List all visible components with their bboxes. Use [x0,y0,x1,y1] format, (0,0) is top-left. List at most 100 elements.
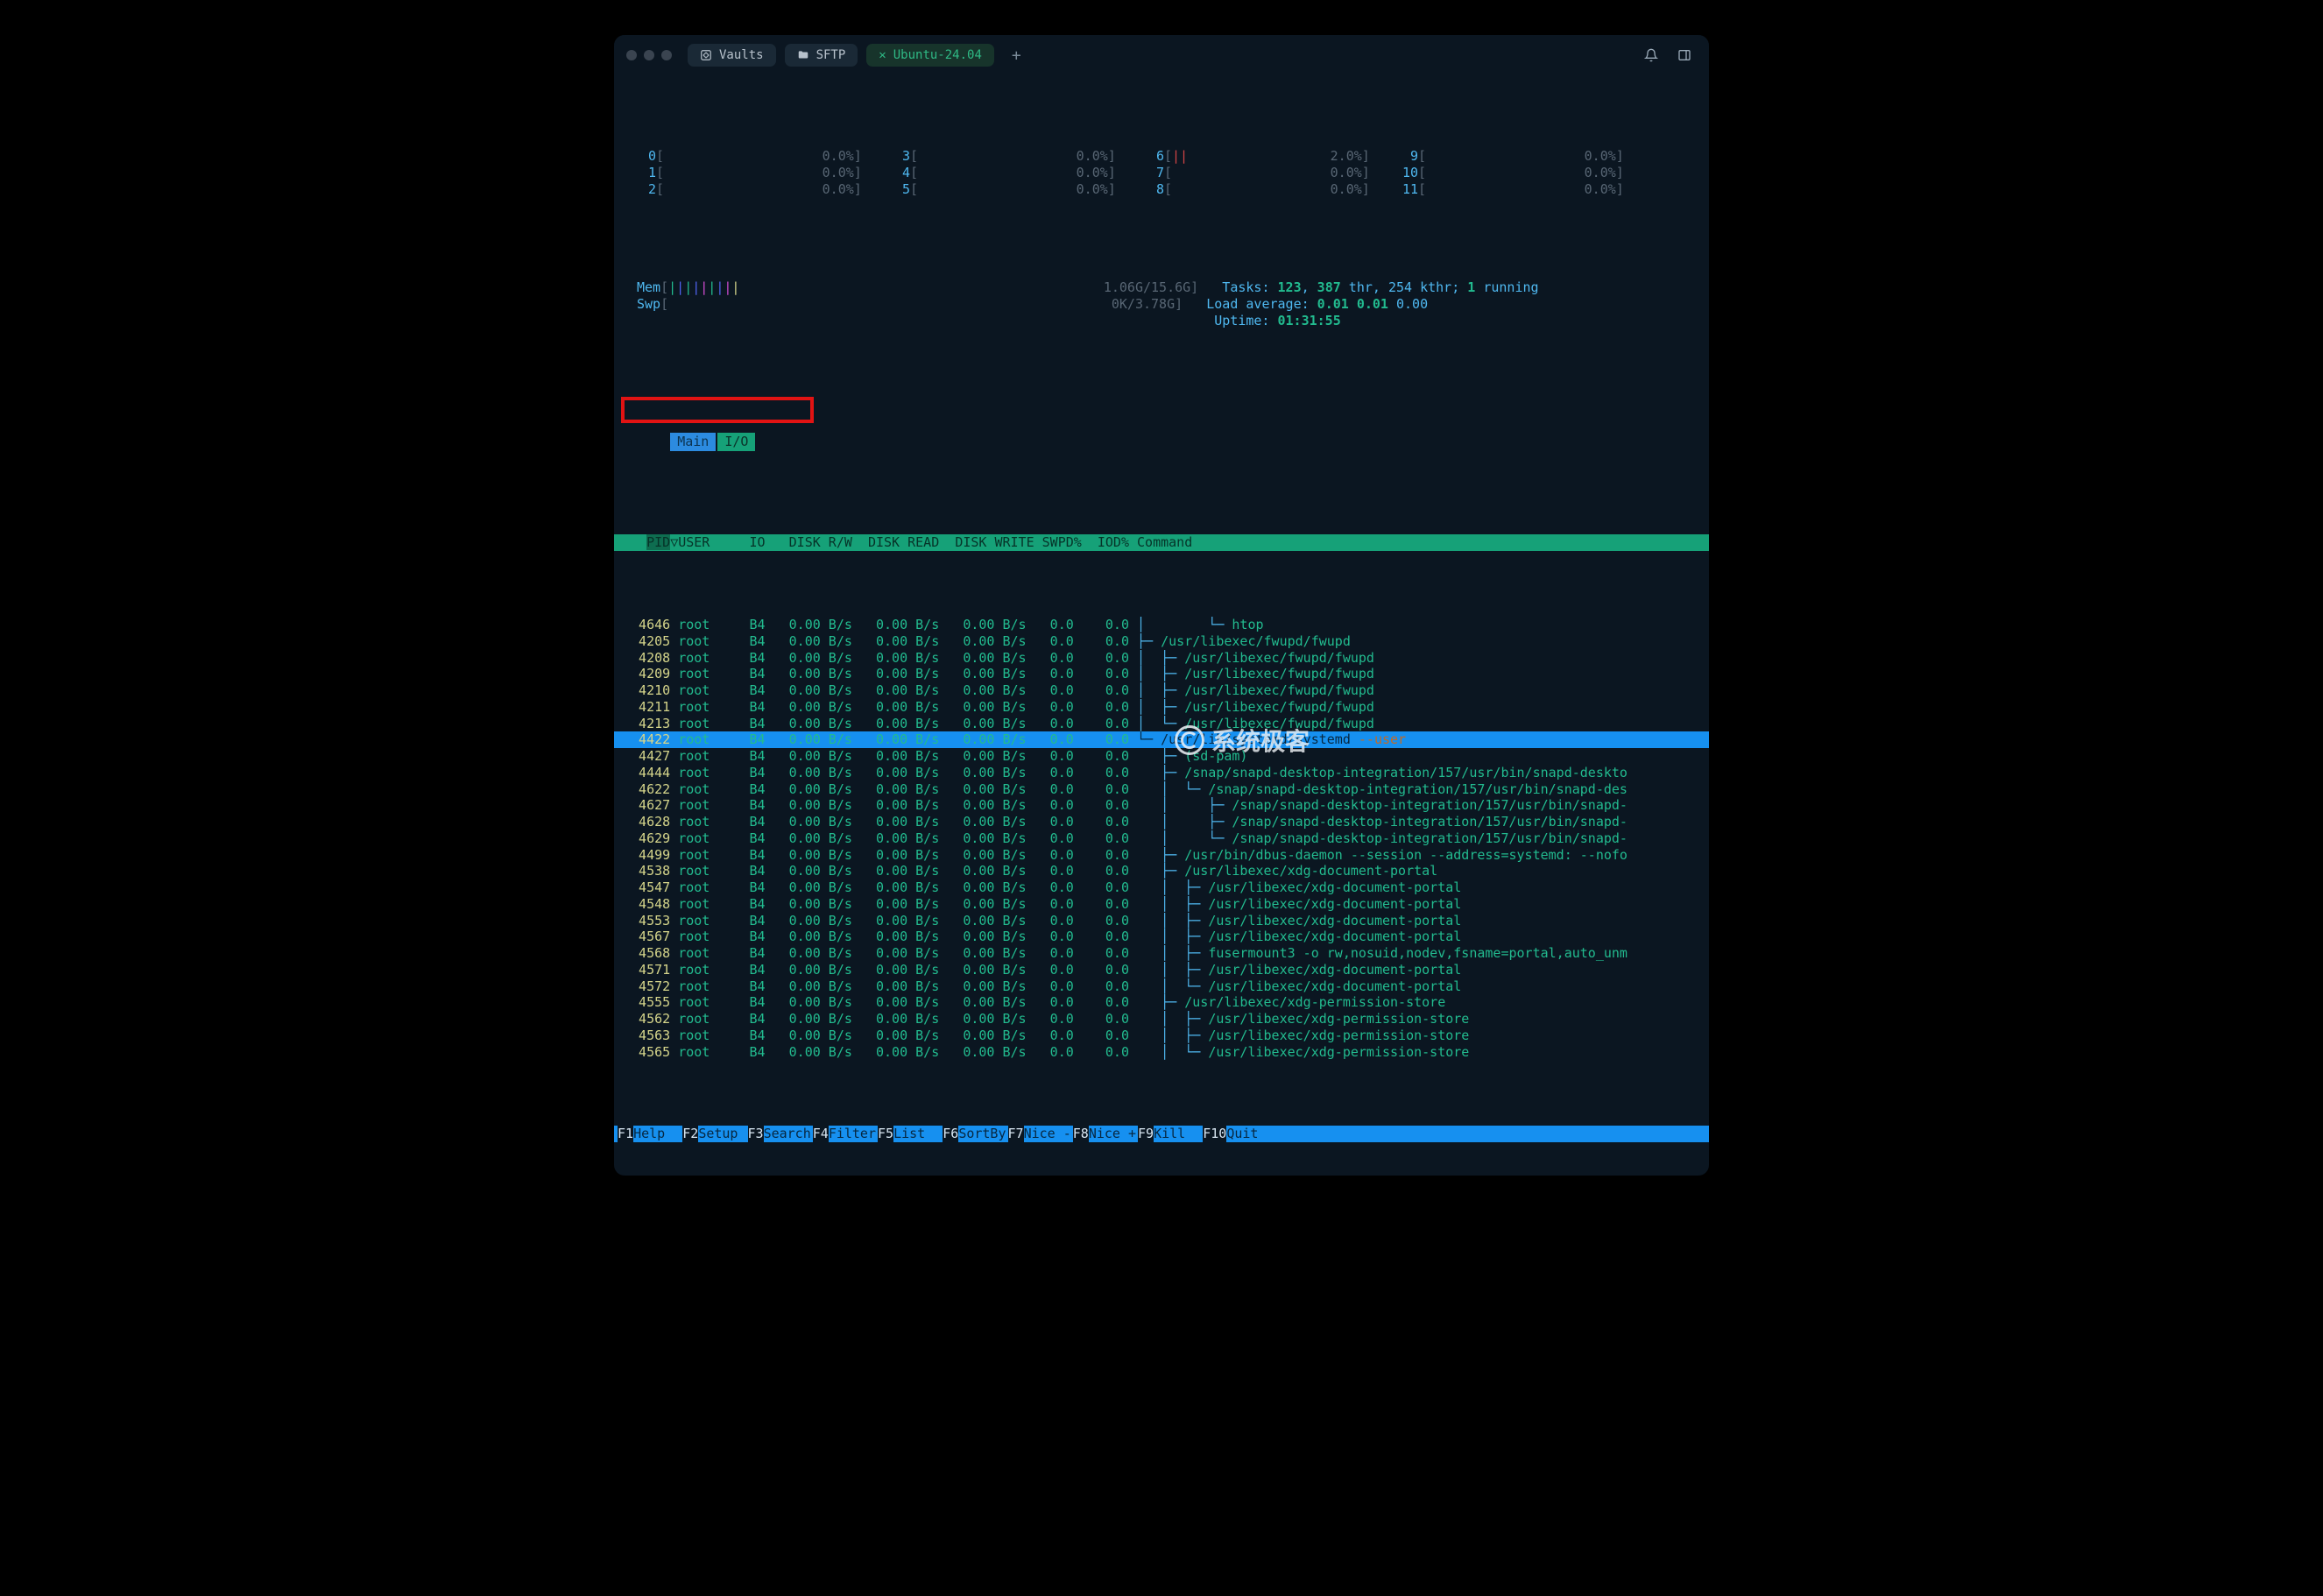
close-dot[interactable] [626,50,637,60]
cpu-meter: 5[ 0.0%] [891,181,1145,198]
process-row[interactable]: 4572 root B4 0.00 B/s 0.00 B/s 0.00 B/s … [614,978,1709,995]
cpu-meter: 10[ 0.0%] [1399,165,1653,181]
window-controls[interactable] [626,50,672,60]
fkey-label[interactable]: Nice - [1024,1126,1073,1142]
process-row[interactable]: 4213 root B4 0.00 B/s 0.00 B/s 0.00 B/s … [614,716,1709,732]
process-row[interactable]: 4568 root B4 0.00 B/s 0.00 B/s 0.00 B/s … [614,945,1709,962]
cpu-meter: 6[|| 2.0%] [1145,148,1399,165]
fkey-label[interactable]: Setup [698,1126,747,1142]
col-diskrw[interactable]: DISK R/W [789,534,852,550]
process-row[interactable]: 4211 root B4 0.00 B/s 0.00 B/s 0.00 B/s … [614,699,1709,716]
col-swpd[interactable]: SWPD% [1042,534,1082,550]
close-icon[interactable]: ✕ [879,48,886,62]
fkey-label[interactable]: Search [764,1126,813,1142]
process-row[interactable]: 4547 root B4 0.00 B/s 0.00 B/s 0.00 B/s … [614,879,1709,896]
fkey-label[interactable]: Kill [1154,1126,1203,1142]
tasks-label: Tasks: [1222,279,1269,295]
new-tab-button[interactable]: + [1003,46,1030,65]
cpu-meter: 9[ 0.0%] [1399,148,1653,165]
fkey-label[interactable]: Nice + [1089,1126,1138,1142]
cpu-meter: 3[ 0.0%] [891,148,1145,165]
fkey-f9[interactable]: F9 [1138,1126,1154,1142]
fkey-f6[interactable]: F6 [943,1126,958,1142]
process-row[interactable]: 4553 root B4 0.00 B/s 0.00 B/s 0.00 B/s … [614,913,1709,929]
fkey-f3[interactable]: F3 [748,1126,764,1142]
fkey-f4[interactable]: F4 [813,1126,829,1142]
swp-label: Swp [637,296,660,312]
tasks-procs: 123 [1278,279,1302,295]
fkey-f7[interactable]: F7 [1008,1126,1024,1142]
process-row[interactable]: 4538 root B4 0.00 B/s 0.00 B/s 0.00 B/s … [614,863,1709,879]
process-row[interactable]: 4571 root B4 0.00 B/s 0.00 B/s 0.00 B/s … [614,962,1709,978]
tasks-thr: 387 [1317,279,1341,295]
tab-active[interactable]: ✕ Ubuntu-24.04 [866,44,994,67]
process-row[interactable]: 4205 root B4 0.00 B/s 0.00 B/s 0.00 B/s … [614,633,1709,650]
cpu-meter: 2[ 0.0%] [637,181,891,198]
process-row[interactable]: 4422 root B4 0.00 B/s 0.00 B/s 0.00 B/s … [614,731,1709,748]
uptime-value: 01:31:55 [1278,313,1341,328]
process-row[interactable]: 4628 root B4 0.00 B/s 0.00 B/s 0.00 B/s … [614,814,1709,830]
htop-tab-row: MainI/O [614,399,1709,467]
terminal-window: Vaults SFTP ✕ Ubuntu-24.04 + 0[ 0.0%] 3[… [614,35,1709,1176]
cpu-meter: 4[ 0.0%] [891,165,1145,181]
process-row[interactable]: 4444 root B4 0.00 B/s 0.00 B/s 0.00 B/s … [614,765,1709,781]
uptime-label: Uptime: [1214,313,1269,328]
cpu-meters: 0[ 0.0%] 3[ 0.0%] 6[|| 2.0%] 9[ 0.0%] 1[… [614,148,1709,197]
cpu-meter: 11[ 0.0%] [1399,181,1653,198]
mem-label: Mem [637,279,660,295]
process-row[interactable]: 4622 root B4 0.00 B/s 0.00 B/s 0.00 B/s … [614,781,1709,798]
process-row[interactable]: 4555 root B4 0.00 B/s 0.00 B/s 0.00 B/s … [614,994,1709,1011]
process-header[interactable]: PID▽USER IO DISK R/W DISK READ DISK WRIT… [614,534,1709,551]
tab-label: Ubuntu-24.04 [893,48,982,62]
col-diskwrite[interactable]: DISK WRITE [955,534,1034,550]
fkey-f10[interactable]: F10 [1203,1126,1226,1142]
fkey-f8[interactable]: F8 [1073,1126,1089,1142]
mem-bar: ||||||||| [668,279,739,295]
col-pid[interactable]: PID [646,534,670,550]
process-row[interactable]: 4646 root B4 0.00 B/s 0.00 B/s 0.00 B/s … [614,617,1709,633]
titlebar: Vaults SFTP ✕ Ubuntu-24.04 + [614,35,1709,75]
tab-label: Vaults [719,48,764,62]
process-row[interactable]: 4629 root B4 0.00 B/s 0.00 B/s 0.00 B/s … [614,830,1709,847]
fkey-bar: F1Help F2Setup F3SearchF4FilterF5List F6… [614,1126,1709,1142]
col-diskread[interactable]: DISK READ [868,534,939,550]
col-iod[interactable]: IOD% [1098,534,1129,550]
fkey-f1[interactable]: F1 [618,1126,633,1142]
process-row[interactable]: 4565 root B4 0.00 B/s 0.00 B/s 0.00 B/s … [614,1044,1709,1061]
fkey-label[interactable]: Filter [829,1126,878,1142]
process-row[interactable]: 4548 root B4 0.00 B/s 0.00 B/s 0.00 B/s … [614,896,1709,913]
tab-vaults[interactable]: Vaults [688,44,776,67]
process-row[interactable]: 4209 root B4 0.00 B/s 0.00 B/s 0.00 B/s … [614,666,1709,682]
process-list[interactable]: 4646 root B4 0.00 B/s 0.00 B/s 0.00 B/s … [614,617,1709,1060]
fkey-f5[interactable]: F5 [878,1126,893,1142]
fkey-label[interactable]: Quit [1226,1126,1275,1142]
fkey-label[interactable]: SortBy [958,1126,1007,1142]
process-row[interactable]: 4499 root B4 0.00 B/s 0.00 B/s 0.00 B/s … [614,847,1709,864]
process-row[interactable]: 4627 root B4 0.00 B/s 0.00 B/s 0.00 B/s … [614,797,1709,814]
memory-meters: Mem[||||||||| 1.06G/15.6G] Tasks: 123, 3… [614,263,1709,328]
cpu-meter: 7[ 0.0%] [1145,165,1399,181]
col-io[interactable]: IO [750,534,766,550]
process-row[interactable]: 4427 root B4 0.00 B/s 0.00 B/s 0.00 B/s … [614,748,1709,765]
process-row[interactable]: 4563 root B4 0.00 B/s 0.00 B/s 0.00 B/s … [614,1028,1709,1044]
minimize-dot[interactable] [644,50,654,60]
col-user[interactable]: USER [678,534,710,550]
fkey-label[interactable]: Help [633,1126,682,1142]
folder-icon [797,49,809,61]
bell-icon[interactable] [1639,48,1663,62]
htop-tab-io[interactable]: I/O [717,433,755,451]
mem-value: 1.06G/15.6G [739,279,1190,295]
maximize-dot[interactable] [661,50,672,60]
fkey-label[interactable]: List [893,1126,943,1142]
process-row[interactable]: 4562 root B4 0.00 B/s 0.00 B/s 0.00 B/s … [614,1011,1709,1028]
process-row[interactable]: 4208 root B4 0.00 B/s 0.00 B/s 0.00 B/s … [614,650,1709,667]
tab-sftp[interactable]: SFTP [785,44,858,67]
process-row[interactable]: 4567 root B4 0.00 B/s 0.00 B/s 0.00 B/s … [614,929,1709,945]
terminal-content[interactable]: 0[ 0.0%] 3[ 0.0%] 6[|| 2.0%] 9[ 0.0%] 1[… [614,75,1709,1176]
col-cmd[interactable]: Command [1137,534,1192,550]
red-highlight-box [621,397,814,423]
fkey-f2[interactable]: F2 [682,1126,698,1142]
process-row[interactable]: 4210 root B4 0.00 B/s 0.00 B/s 0.00 B/s … [614,682,1709,699]
panel-icon[interactable] [1672,48,1697,62]
htop-tab-main[interactable]: Main [670,433,716,451]
